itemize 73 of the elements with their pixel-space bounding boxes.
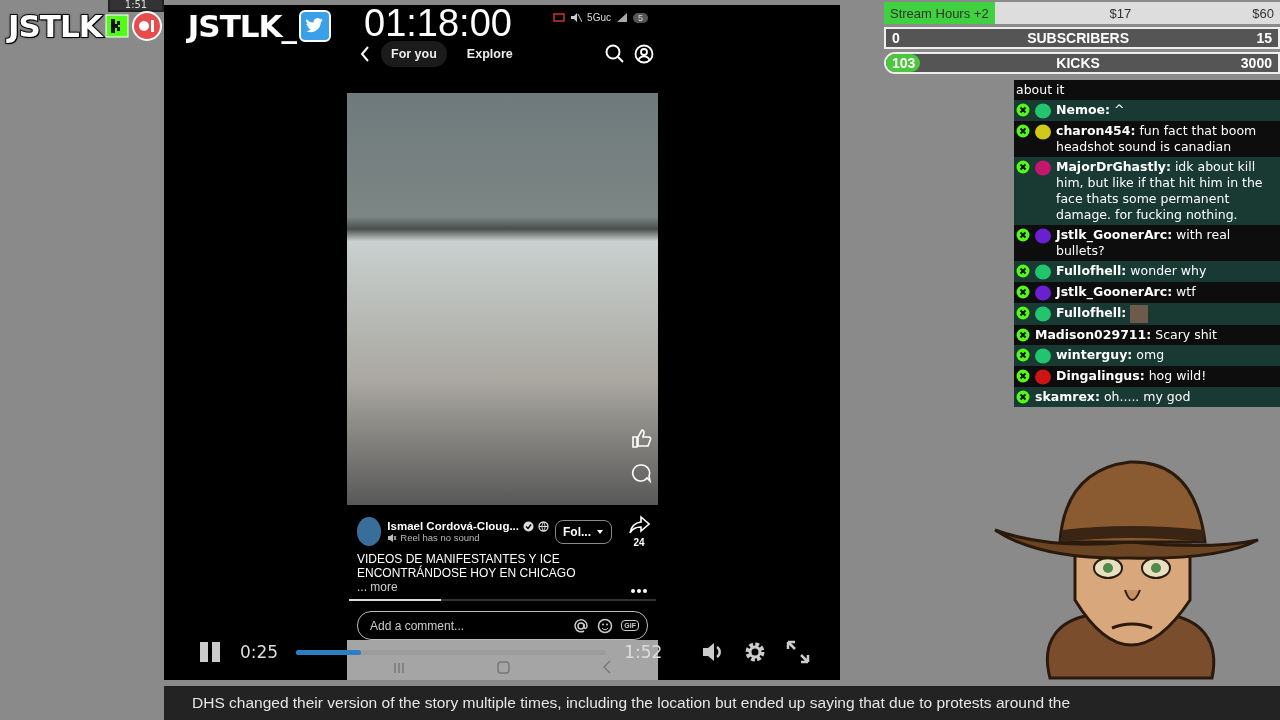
speaker-muted-icon <box>387 532 398 543</box>
share-icon[interactable] <box>628 515 650 536</box>
globe-icon <box>538 520 549 532</box>
verified-icon <box>523 520 534 532</box>
comment-icon[interactable] <box>631 462 652 484</box>
orb-icon <box>1035 348 1051 364</box>
caption-text: DHS changed their version of the story multiple times, including the location but ended up saying that due to protests around the <box>192 694 1070 711</box>
goal-amount: $17 <box>1109 5 1132 21</box>
back-icon[interactable] <box>359 44 371 63</box>
badge-icon <box>1016 103 1030 117</box>
badge-icon <box>1016 348 1030 362</box>
chat-message: Jstlk_GoonerArc: wtf <box>1056 284 1197 300</box>
chat-message: Madison029711: Scary shit <box>1035 327 1218 343</box>
channel-name: JSTLK_ <box>187 8 297 44</box>
chat-message: winterguy: omg <box>1056 347 1166 363</box>
chat-message: skamrex: oh..... my god <box>1035 389 1192 405</box>
chat-message: Jstlk_GoonerArc: with real bullets? <box>1056 227 1232 259</box>
search-icon[interactable] <box>605 44 624 64</box>
goal-label: Stream Hours +2 <box>890 5 989 21</box>
fullscreen-icon[interactable] <box>786 640 810 664</box>
sound-note: Reel has no sound <box>400 532 480 544</box>
goal-target: 15 <box>1256 30 1272 46</box>
orb-icon <box>1035 369 1051 385</box>
goal-label: SUBSCRIBERS <box>1027 30 1130 46</box>
caret-icon <box>596 528 604 535</box>
goal-current: 0 <box>892 30 900 46</box>
orb-icon <box>1035 264 1051 280</box>
signal-icon <box>616 12 628 24</box>
orb-icon <box>1035 285 1051 301</box>
kick-logo-icon <box>104 14 129 38</box>
avatar <box>357 517 382 547</box>
chat-message: about it <box>1016 82 1065 98</box>
clock-label: 1:51 <box>108 0 164 12</box>
mute-icon <box>570 12 583 24</box>
chat-message: Nemoe: ^ <box>1056 102 1126 118</box>
goal-current: 103 <box>892 55 916 71</box>
seek-bar[interactable] <box>296 649 607 655</box>
pause-icon[interactable] <box>198 640 222 664</box>
cast-icon <box>553 12 566 24</box>
chat-message: Fullofhell: wonder why <box>1056 263 1208 279</box>
badge-icon <box>1016 390 1030 404</box>
goal-label: KICKS <box>1056 55 1100 71</box>
badge-icon <box>1016 264 1030 278</box>
thumbs-up-icon[interactable] <box>631 427 652 449</box>
record-icon <box>131 11 162 41</box>
orb-icon <box>1035 103 1051 119</box>
bird-logo-icon <box>299 10 332 42</box>
orb-icon <box>1035 160 1051 176</box>
profile-icon[interactable] <box>634 43 654 64</box>
mention-icon[interactable] <box>573 617 590 634</box>
battery-label: 5 <box>633 12 648 23</box>
network-label: 5Guc <box>587 12 611 24</box>
goal-target: 3000 <box>1240 55 1272 71</box>
follow-button[interactable]: Fol... <box>555 519 612 544</box>
author-name: Ismael Cordová-Cloug... <box>387 520 519 533</box>
badge-icon <box>1016 160 1030 174</box>
chat-username: Fullofhell: <box>1056 305 1127 321</box>
channel-name: JSTLK <box>8 8 102 44</box>
emote-placeholder <box>1130 305 1149 323</box>
chat-message: MajorDrGhastly: idk about kill him, but like if that hit him in the face thats some permanent damage. for fucking nothing. <box>1056 159 1264 223</box>
elapsed-time: 0:25 <box>240 642 279 662</box>
more-link[interactable]: ... more <box>357 580 398 595</box>
more-options-icon[interactable] <box>630 588 648 595</box>
orb-icon <box>1035 306 1051 322</box>
tab[interactable]: For you <box>381 40 447 67</box>
orb-icon <box>1035 124 1051 140</box>
post-caption: VIDEOS DE MANIFESTANTES Y ICE ENCONTRÁNDOSE HOY EN CHICAGO ... more <box>357 552 577 595</box>
goal-target: $60 <box>1252 5 1274 21</box>
orb-icon <box>1035 228 1051 244</box>
emoji-icon[interactable] <box>597 617 614 634</box>
badge-icon <box>1016 306 1030 320</box>
chat-message: Dingalingus: hog wild! <box>1056 368 1208 384</box>
share-count: 24 <box>633 537 645 549</box>
